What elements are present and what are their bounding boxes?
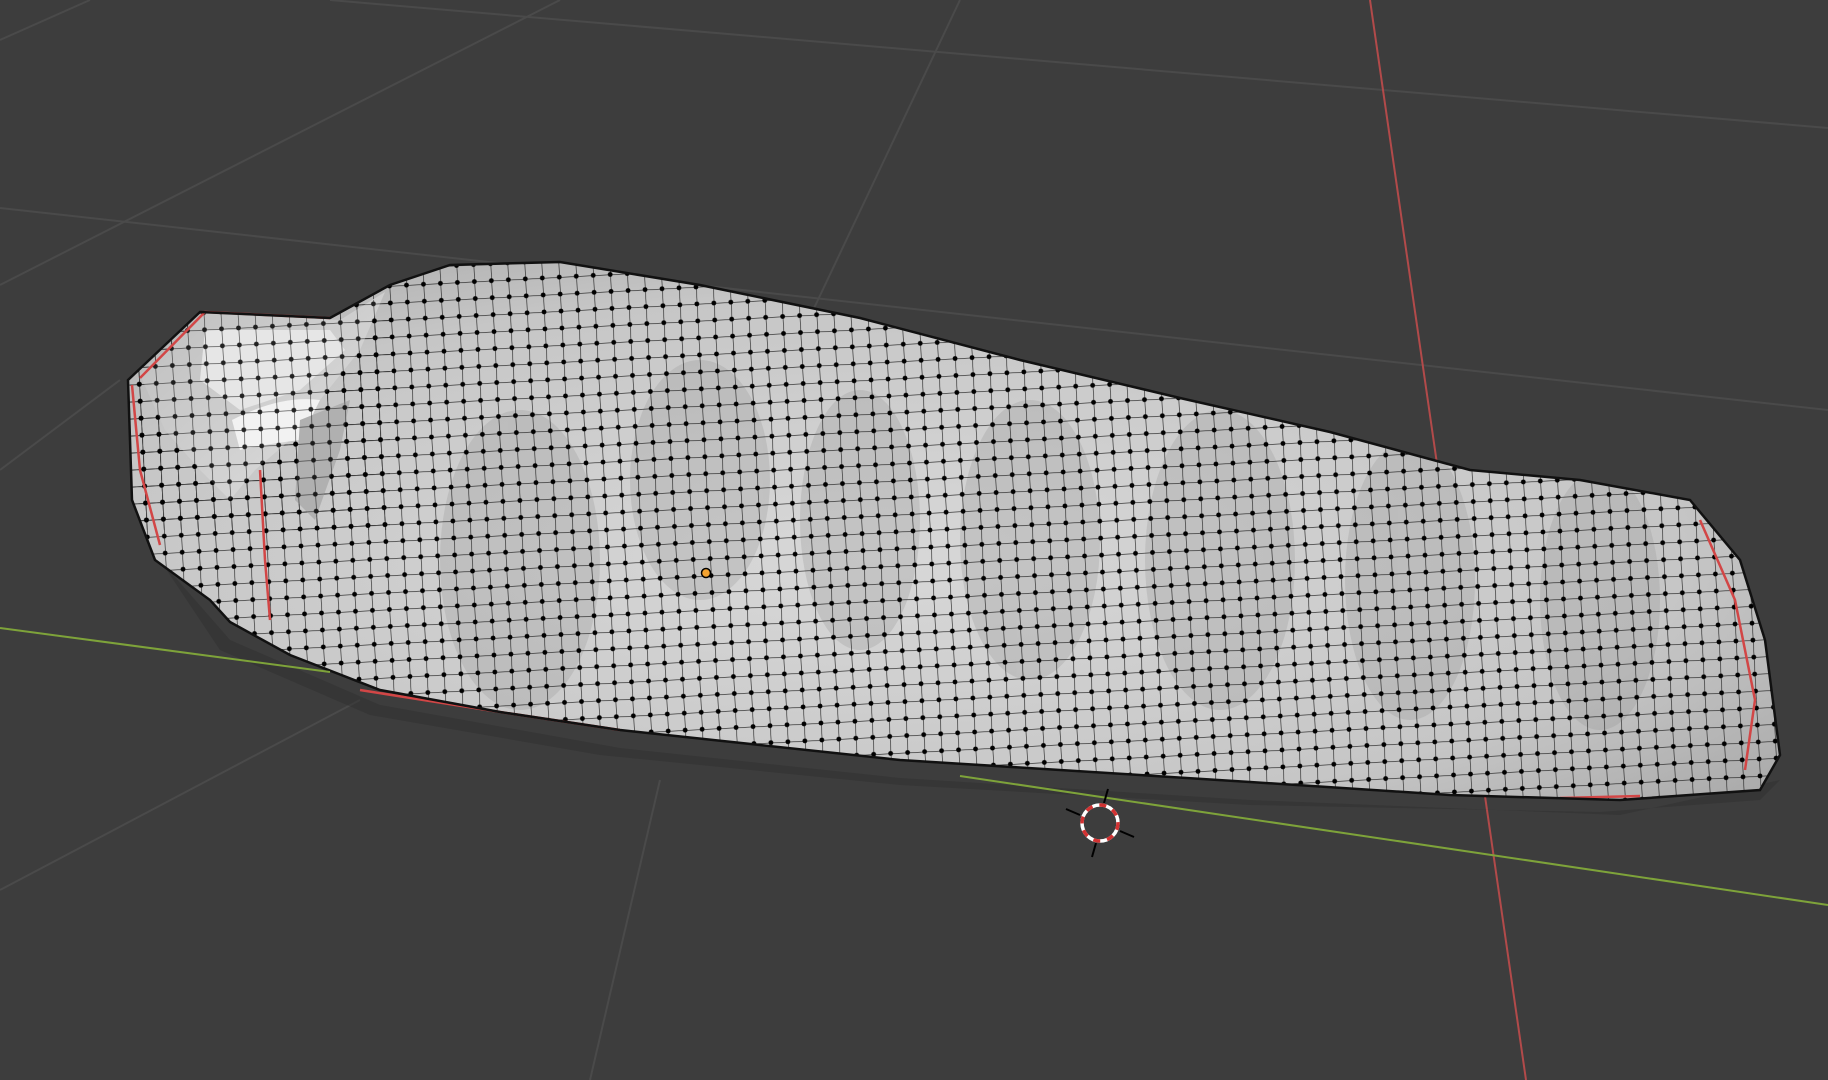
3d-viewport[interactable] xyxy=(0,0,1828,1080)
hood-opening xyxy=(130,292,390,530)
3d-cursor-icon[interactable] xyxy=(1065,788,1135,858)
mesh-sleeping-bag[interactable] xyxy=(100,240,1800,820)
object-origin-icon[interactable] xyxy=(700,567,712,579)
viewport-canvas[interactable] xyxy=(0,0,1828,1080)
